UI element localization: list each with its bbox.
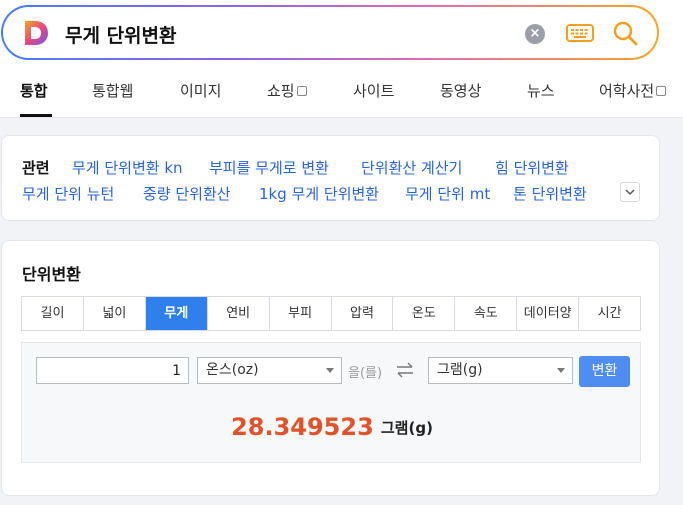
search-box[interactable]: 무게 단위변환 ×: [1, 5, 659, 60]
related-link[interactable]: 힘 단위변환: [495, 157, 569, 178]
from-unit-label: 온스(oz): [206, 362, 259, 378]
converter-panel: 온스(oz) 을(를) 그램(g) 변환 28.349523 그램(g): [21, 342, 641, 463]
tab-fuel-efficiency[interactable]: 연비: [208, 297, 270, 330]
connector-text: 을(를): [348, 366, 383, 381]
tab-news[interactable]: 뉴스: [527, 80, 555, 101]
related-link[interactable]: 톤 단위변환: [513, 183, 587, 204]
chevron-down-icon: [625, 189, 635, 196]
related-link[interactable]: 부피를 무게로 변환: [209, 157, 329, 178]
related-link[interactable]: 무게 단위 mt: [405, 183, 490, 204]
search-query[interactable]: 무게 단위변환: [65, 21, 177, 48]
new-window-icon: [296, 86, 307, 96]
search-tabs: 통합 통합웹 이미지 쇼핑 사이트 동영상 뉴스 어학사전: [0, 76, 683, 118]
converter-title: 단위변환: [22, 265, 81, 284]
header: 무게 단위변환 × 통합 통합웹 이미지 쇼핑 사이트 동영상 뉴스 어학사전: [0, 0, 683, 118]
convert-button[interactable]: 변환: [579, 356, 630, 387]
related-searches-card: 관련 무게 단위변환 kn 부피를 무게로 변환 단위환산 계산기 힘 단위변환…: [1, 135, 660, 221]
to-unit-label: 그램(g): [437, 362, 483, 378]
daum-logo-icon[interactable]: [23, 20, 49, 46]
to-unit-select[interactable]: 그램(g): [428, 357, 573, 384]
new-window-icon: [656, 86, 667, 96]
expand-toggle[interactable]: [620, 182, 640, 202]
from-unit-select[interactable]: 온스(oz): [197, 357, 342, 384]
tab-videos[interactable]: 동영상: [440, 80, 481, 101]
tab-speed[interactable]: 속도: [455, 297, 518, 330]
keyboard-icon[interactable]: [565, 22, 595, 44]
value-input[interactable]: [36, 357, 189, 384]
tab-temperature[interactable]: 온도: [393, 297, 456, 330]
tab-area[interactable]: 넓이: [84, 297, 146, 330]
tab-shopping[interactable]: 쇼핑: [267, 80, 307, 101]
tab-sites[interactable]: 사이트: [353, 80, 394, 101]
tab-integrated-web[interactable]: 통합웹: [92, 80, 133, 101]
search-icon[interactable]: [611, 19, 639, 47]
tab-shopping-label: 쇼핑: [267, 82, 295, 100]
tab-volume[interactable]: 부피: [270, 297, 332, 330]
swap-arrows-icon[interactable]: [395, 362, 415, 378]
tab-length[interactable]: 길이: [22, 297, 84, 330]
tab-data-size[interactable]: 데이터양: [517, 297, 580, 330]
tab-dictionary-label: 어학사전: [599, 82, 655, 100]
tab-pressure[interactable]: 압력: [332, 297, 394, 330]
clear-search-icon[interactable]: ×: [525, 24, 545, 44]
unit-converter-card: 단위변환 길이 넓이 무게 연비 부피 압력 온도 속도 데이터양 시간 온스(…: [1, 240, 660, 496]
related-link[interactable]: 1kg 무게 단위변환: [259, 183, 379, 204]
related-link[interactable]: 무게 단위 뉴턴: [22, 183, 114, 204]
tab-time[interactable]: 시간: [579, 297, 640, 330]
caret-down-icon: [326, 368, 334, 373]
related-link[interactable]: 중량 단위환산: [143, 183, 231, 204]
result-value: 28.349523: [231, 413, 374, 441]
related-title: 관련: [22, 159, 50, 177]
tab-dictionary[interactable]: 어학사전: [599, 80, 667, 101]
conversion-result: 28.349523 그램(g): [22, 413, 642, 441]
tab-images[interactable]: 이미지: [180, 80, 221, 101]
related-link[interactable]: 무게 단위변환 kn: [72, 157, 183, 178]
active-tab-indicator: [20, 114, 52, 117]
tab-weight[interactable]: 무게: [145, 297, 208, 330]
result-unit: 그램(g): [380, 418, 433, 437]
caret-down-icon: [557, 368, 565, 373]
related-link[interactable]: 단위환산 계산기: [361, 157, 462, 178]
tab-integrated[interactable]: 통합: [20, 80, 48, 101]
unit-category-tabs: 길이 넓이 무게 연비 부피 압력 온도 속도 데이터양 시간: [21, 296, 641, 331]
